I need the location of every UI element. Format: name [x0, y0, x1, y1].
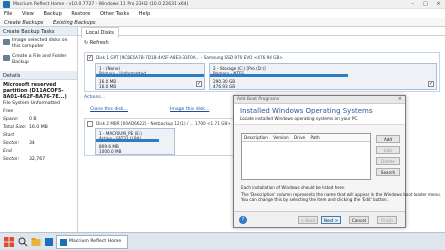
dialog-note-1: Each installation of Windows should be l… [241, 185, 346, 190]
dialog-title: Add Boot Programs [237, 97, 280, 102]
partition-checkbox[interactable]: ✓ [428, 81, 434, 87]
col-description[interactable]: Description [244, 135, 268, 140]
details-total-size: Total Size: 16.0 MB [3, 125, 48, 130]
details-disk-name: Microsoft reserved partition (D11ACOF5-8… [3, 82, 67, 100]
task-file-folder-backup[interactable]: Create a File and Folder Backup [0, 52, 77, 68]
dialog-note-3: You can change this by selecting the ite… [241, 197, 388, 202]
maximize-icon[interactable]: □ [419, 0, 432, 9]
menu-bar: File View Backup Restore Other Tasks Hel… [0, 9, 445, 18]
col-version[interactable]: Version [273, 135, 288, 140]
dialog-footer: ? < Back Next > Cancel Finish [234, 211, 405, 227]
details-file-system: File System Unformatted [3, 101, 60, 106]
disk-2-header: Disk 2 MBR [00AD6622] - Netbackup 12(1) … [96, 121, 231, 126]
tasks-header[interactable]: Create Backup Tasks [0, 27, 77, 36]
disk-1-header: Disk 1 GPT [9C8E5A7B-7D1B-4A5F-A8E3-33F0… [96, 55, 283, 60]
refresh-label: Refresh [89, 40, 109, 46]
close-icon[interactable]: × [432, 0, 445, 9]
edit-button[interactable]: Edit [376, 146, 400, 154]
tab-local-disks[interactable]: Local Disks [81, 27, 119, 38]
os-list[interactable]: Description Version Drive Path [241, 133, 371, 180]
details-end-sector: End Sector: 32,767 [3, 149, 46, 162]
refresh-button[interactable]: ↻ Refresh [84, 40, 109, 46]
partition-size: 16.0 MB 16.0 MB [99, 79, 117, 89]
disk-2-partition-1[interactable]: 1 - MACRIUM_PE (E:)Active - FAT32 (LBA) … [95, 128, 175, 155]
add-button[interactable]: Add [376, 135, 400, 143]
minimize-icon[interactable]: – [406, 0, 419, 9]
back-button[interactable]: < Back [298, 216, 318, 224]
disk-1-panel[interactable]: ✓ Disk 1 GPT [9C8E5A7B-7D1B-4A5F-A8E3-33… [84, 52, 440, 92]
usage-bar [210, 74, 348, 77]
delete-button[interactable]: Delete [376, 157, 400, 165]
details-panel: Microsoft reserved partition (D11ACOF5-8… [0, 80, 77, 166]
dialog-close-icon[interactable]: × [398, 96, 402, 102]
window-title: Macrium Reflect Home - v10.0.7727 - Wind… [13, 2, 189, 7]
dialog-subheading: Locate installed Windows operating syste… [240, 116, 359, 121]
task-image-disks[interactable]: Image selected disks on this computer [0, 36, 77, 52]
disk-2-panel[interactable]: Disk 2 MBR [00AD6622] - Netbackup 12(1) … [84, 118, 234, 156]
image-disk-link[interactable]: Image this disk... [170, 107, 209, 112]
taskbar-macrium-app[interactable]: Macrium Reflect Home [56, 235, 128, 249]
disk-1-checkbox[interactable]: ✓ [87, 55, 93, 61]
sidebar: Create Backup Tasks Image selected disks… [0, 27, 78, 232]
folder-backup-icon [3, 55, 10, 61]
tab-bar: Local Disks [78, 27, 445, 38]
app-icon [3, 1, 10, 8]
dialog-heading: Installed Windows Operating Systems [240, 107, 373, 115]
title-bar: Macrium Reflect Home - v10.0.7727 - Wind… [0, 0, 445, 9]
disk-2-checkbox[interactable] [87, 121, 93, 127]
help-icon[interactable]: ? [239, 216, 247, 224]
task-file-folder-label: Create a File and Folder Backup [12, 54, 67, 65]
col-drive[interactable]: Drive [294, 135, 305, 140]
refresh-icon: ↻ [84, 40, 89, 46]
add-boot-programs-dialog: Add Boot Programs × Installed Windows Op… [233, 95, 441, 228]
col-path[interactable]: Path [310, 135, 319, 140]
taskbar: Macrium Reflect Home [0, 232, 445, 250]
clone-disk-link[interactable]: Clone this disk... [90, 107, 128, 112]
disk-1-actions-link[interactable]: Actions... [84, 95, 105, 100]
dialog-header: Installed Windows Operating Systems Loca… [234, 104, 405, 125]
partition-size: 290.30 GB 476.93 GB [213, 79, 236, 89]
ribbon: Create Backups Existing Backups [0, 18, 445, 27]
disk-image-icon [3, 39, 10, 45]
os-list-header: Description Version Drive Path [242, 134, 370, 142]
start-icon[interactable] [3, 236, 15, 248]
dialog-title-bar: Add Boot Programs × [234, 96, 405, 104]
next-button[interactable]: Next > [321, 216, 341, 224]
details-free-space: Free Space: 0 B [3, 109, 37, 122]
finish-button[interactable]: Finish [377, 216, 397, 224]
usage-bar [96, 139, 160, 142]
partition-size: 809.6 MB 1000.0 MB [99, 144, 122, 154]
disk-1-partition-1[interactable]: 1 - (None)Primary - Unformatted 16.0 MB1… [95, 63, 205, 90]
taskbar-app-label: Macrium Reflect Home [69, 239, 122, 244]
disk-1-partition-2[interactable]: 2 - Storage (C:) [Pro (D:)]Primary - NTF… [209, 63, 437, 90]
search-icon[interactable] [17, 236, 29, 248]
partition-checkbox[interactable]: ✓ [196, 81, 202, 87]
cancel-button[interactable]: Cancel [349, 216, 369, 224]
details-header[interactable]: Details [0, 71, 77, 80]
usage-bar [96, 74, 204, 77]
app-pin-icon[interactable] [43, 236, 55, 248]
macrium-app-icon [60, 239, 67, 246]
file-explorer-icon[interactable] [30, 236, 42, 248]
search-button[interactable]: Search [376, 168, 400, 176]
task-image-disks-label: Image selected disks on this computer [12, 38, 68, 49]
details-start-sector: Start Sector: 34 [3, 133, 35, 146]
